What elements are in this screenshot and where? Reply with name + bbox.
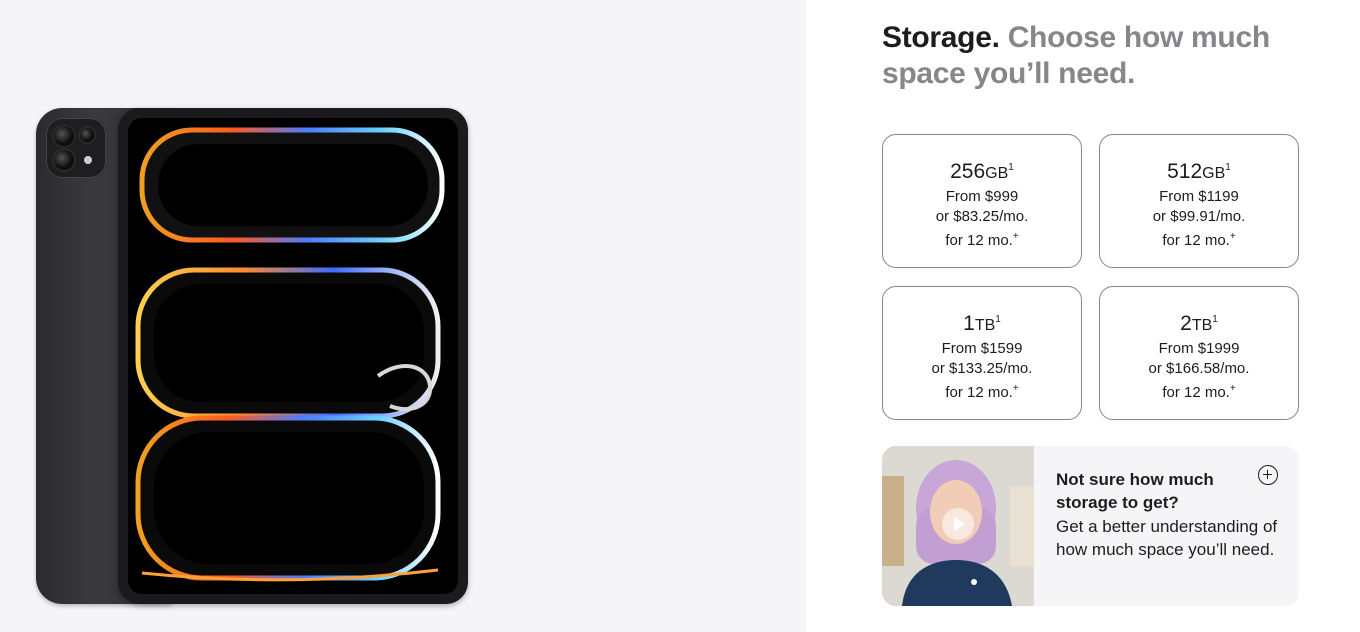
camera-lens-icon (54, 150, 74, 170)
wallpaper-graphic (128, 118, 458, 594)
storage-help-card[interactable]: Not sure how much storage to get? Get a … (882, 446, 1299, 606)
capacity-label: 256GB1 (950, 160, 1014, 183)
term-label: for 12 mo.+ (1162, 231, 1236, 249)
lidar-sensor-icon (80, 128, 94, 142)
plus-circle-icon[interactable] (1258, 465, 1278, 485)
capacity-label: 512GB1 (1167, 160, 1231, 183)
storage-option-256gb[interactable]: 256GB1 From $999 or $83.25/mo. for 12 mo… (882, 134, 1082, 268)
monthly-price-label: or $83.25/mo. (935, 208, 1029, 225)
play-icon (954, 517, 965, 531)
price-label: From $1599 (941, 340, 1023, 357)
price-label: From $1199 (1159, 188, 1239, 205)
help-card-title: Not sure how much storage to get? (1056, 470, 1214, 512)
storage-config-page: Storage. Choose how much space you’ll ne… (0, 0, 1360, 632)
heading-strong: Storage. (882, 21, 1000, 54)
term-label: for 12 mo.+ (945, 383, 1019, 401)
storage-heading: Storage. Choose how much space you’ll ne… (882, 20, 1302, 92)
help-card-body: Get a better understanding of how much s… (1056, 517, 1278, 559)
play-button[interactable] (942, 508, 974, 540)
video-thumbnail[interactable] (882, 446, 1034, 606)
price-label: From $999 (945, 188, 1019, 205)
capacity-label: 1TB1 (963, 312, 1001, 335)
monthly-price-label: or $99.91/mo. (1152, 208, 1246, 225)
camera-bump (46, 118, 106, 178)
storage-option-512gb[interactable]: 512GB1 From $1199 or $99.91/mo. for 12 m… (1099, 134, 1299, 268)
camera-lens-icon (54, 126, 74, 146)
ipad-screen-wallpaper (128, 118, 458, 594)
capacity-label: 2TB1 (1180, 312, 1218, 335)
monthly-price-label: or $166.58/mo. (1148, 360, 1250, 377)
storage-option-2tb[interactable]: 2TB1 From $1999 or $166.58/mo. for 12 mo… (1099, 286, 1299, 420)
price-label: From $1999 (1158, 340, 1240, 357)
term-label: for 12 mo.+ (945, 231, 1019, 249)
flash-icon (84, 156, 92, 164)
product-image-panel (0, 0, 806, 632)
term-label: for 12 mo.+ (1162, 383, 1236, 401)
storage-option-1tb[interactable]: 1TB1 From $1599 or $133.25/mo. for 12 mo… (882, 286, 1082, 420)
monthly-price-label: or $133.25/mo. (931, 360, 1033, 377)
